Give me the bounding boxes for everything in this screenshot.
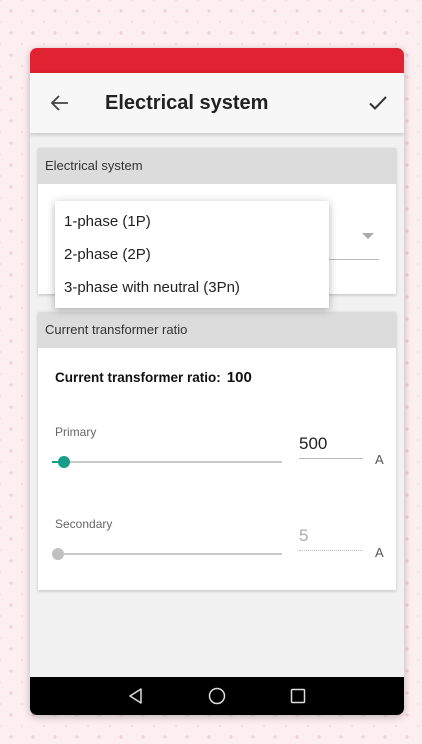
secondary-slider-track xyxy=(52,553,282,555)
primary-input-underline xyxy=(299,458,363,459)
app-bar: Electrical system xyxy=(30,73,404,133)
secondary-value-input xyxy=(299,525,363,547)
card-header-ct-ratio: Current transformer ratio xyxy=(38,312,396,348)
back-arrow-icon[interactable] xyxy=(48,91,72,115)
check-icon[interactable] xyxy=(366,91,390,115)
primary-unit: A xyxy=(375,452,384,467)
secondary-input-underline xyxy=(299,550,363,551)
secondary-unit: A xyxy=(375,545,384,560)
secondary-slider xyxy=(52,544,282,564)
card-header-electrical-system: Electrical system xyxy=(38,148,396,184)
status-bar xyxy=(30,48,404,73)
ct-ratio-summary: Current transformer ratio: 100 xyxy=(55,369,252,386)
primary-value-input[interactable] xyxy=(299,433,363,455)
android-nav-bar xyxy=(30,677,404,715)
primary-slider-thumb[interactable] xyxy=(57,456,70,468)
page-title: Electrical system xyxy=(105,92,269,114)
electrical-system-dropdown-menu: 1-phase (1P) 2-phase (2P) 3-phase with n… xyxy=(55,201,329,308)
primary-label: Primary xyxy=(55,425,97,439)
secondary-slider-thumb xyxy=(52,548,64,560)
dropdown-option-3pn[interactable]: 3-phase with neutral (3Pn) xyxy=(55,271,329,304)
dropdown-option-1p[interactable]: 1-phase (1P) xyxy=(55,205,329,238)
phone-screen: Electrical system Electrical system Curr… xyxy=(30,48,404,715)
dropdown-option-2p[interactable]: 2-phase (2P) xyxy=(55,238,329,271)
ct-ratio-value: 100 xyxy=(226,369,252,386)
secondary-label: Secondary xyxy=(55,517,113,531)
nav-back-icon[interactable] xyxy=(126,686,146,706)
dropdown-arrow-icon[interactable] xyxy=(362,233,374,239)
nav-recents-icon[interactable] xyxy=(288,686,308,706)
primary-slider[interactable] xyxy=(52,452,282,472)
ct-ratio-label: Current transformer ratio: xyxy=(55,370,221,385)
ct-ratio-card: Current transformer ratio Current transf… xyxy=(38,312,396,590)
nav-home-icon[interactable] xyxy=(207,686,227,706)
primary-slider-track[interactable] xyxy=(52,461,282,463)
